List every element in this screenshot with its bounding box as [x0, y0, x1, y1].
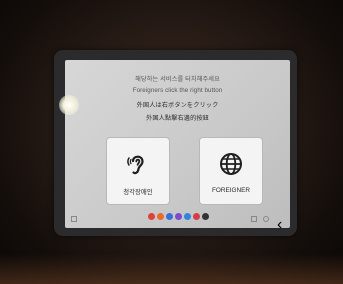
home-icon[interactable]: [263, 216, 269, 222]
instruction-japanese: 外国人は右ボタンをクリック: [136, 102, 219, 109]
app-icon[interactable]: [166, 213, 173, 220]
back-icon[interactable]: ‹: [277, 216, 282, 228]
app-dock: [148, 213, 209, 220]
taskbar: ‹: [65, 210, 290, 228]
instruction-chinese: 外国人點擊右邊的按鈕: [146, 115, 209, 122]
recent-apps-icon[interactable]: [251, 216, 257, 222]
instruction-korean: 해당하는 서비스를 터치해주세요: [135, 76, 220, 83]
menu-grid-icon[interactable]: [71, 216, 77, 222]
foreigner-button[interactable]: FOREIGNER: [199, 137, 263, 205]
app-icon[interactable]: [148, 213, 155, 220]
app-icon[interactable]: [157, 213, 164, 220]
kiosk-screen: 해당하는 서비스를 터치해주세요 Foreigners click the ri…: [65, 60, 290, 228]
app-icon[interactable]: [184, 213, 191, 220]
ear-icon: [127, 155, 144, 175]
instruction-english: Foreigners click the right button: [132, 87, 223, 94]
app-icon[interactable]: [202, 213, 209, 220]
light-glare: [59, 95, 79, 115]
hearing-impaired-button[interactable]: 청각장애인: [106, 137, 170, 205]
app-icon[interactable]: [175, 213, 182, 220]
hearing-impaired-label: 청각장애인: [123, 189, 153, 196]
globe-icon: [220, 153, 242, 175]
floor-glow: [0, 254, 343, 284]
app-icon[interactable]: [193, 213, 200, 220]
foreigner-label: FOREIGNER: [212, 187, 250, 194]
